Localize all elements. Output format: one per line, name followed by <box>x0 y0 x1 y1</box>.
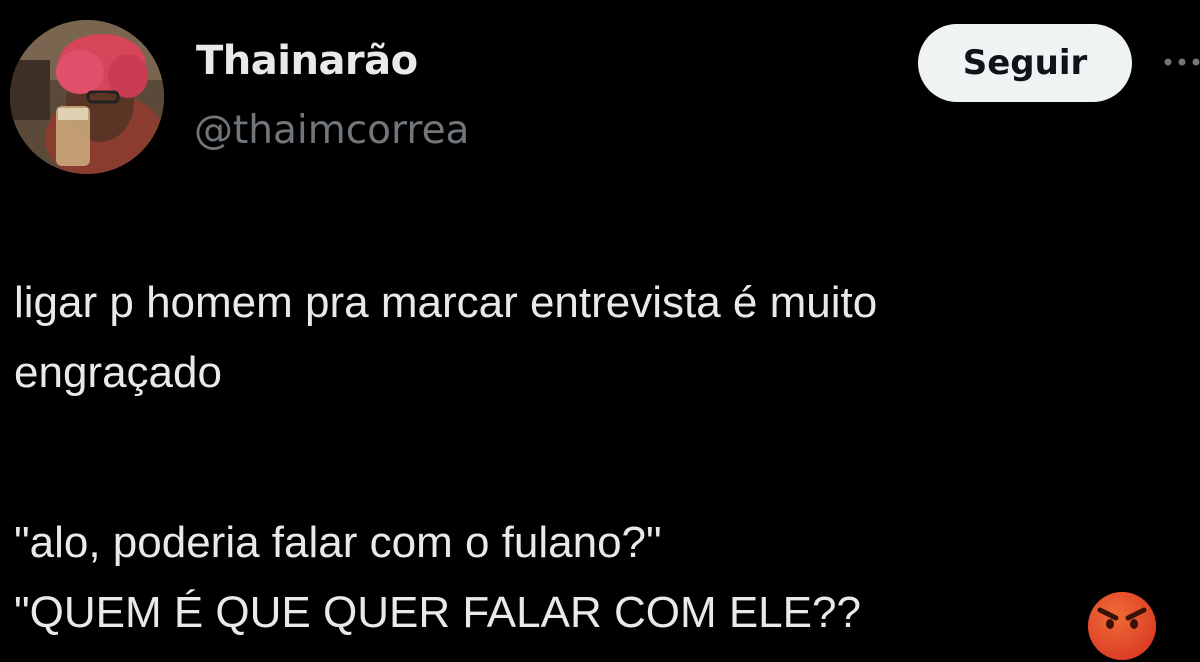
follow-button[interactable]: Seguir <box>918 24 1132 102</box>
tweet-text-line: "alo, poderia falar com o fulano?" <box>14 518 662 567</box>
angry-face-icon <box>1088 592 1156 660</box>
tweet-text-line: "QUEM É QUE QUER FALAR COM ELE?? <box>14 588 861 637</box>
user-handle[interactable]: @thaimcorrea <box>194 108 469 153</box>
more-options-icon[interactable] <box>1160 52 1200 72</box>
tweet-text-line: ligar p homem pra marcar entrevista é mu… <box>14 278 878 327</box>
profile-photo-icon <box>10 20 164 174</box>
tweet-card: Thainarão @thaimcorrea Seguir ligar p ho… <box>0 0 1200 660</box>
avatar[interactable] <box>10 20 164 174</box>
tweet-text-line: engraçado <box>14 348 222 397</box>
display-name[interactable]: Thainarão <box>196 38 418 84</box>
